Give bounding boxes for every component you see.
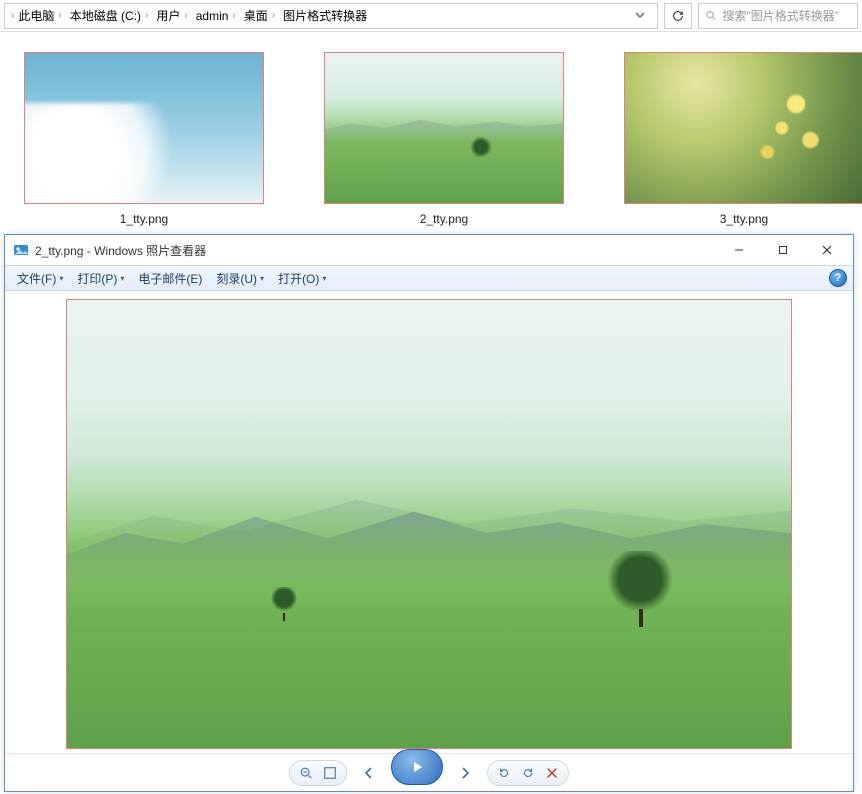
- window-controls: [717, 236, 849, 264]
- menu-label: 电子邮件(E): [138, 270, 202, 287]
- caret-down-icon: ▾: [260, 274, 264, 283]
- caret-down-icon: ▾: [322, 274, 326, 283]
- viewer-canvas: [5, 291, 853, 753]
- search-input[interactable]: [722, 9, 851, 23]
- menu-label: 打开(O): [278, 270, 319, 287]
- search-icon: [705, 9, 716, 22]
- thumbnail-label: 1_tty.png: [120, 212, 168, 226]
- window-titlebar[interactable]: 2_tty.png - Windows 照片查看器: [5, 235, 853, 265]
- displayed-image: [66, 299, 792, 749]
- explorer-search[interactable]: [698, 3, 858, 29]
- play-icon: [409, 759, 425, 775]
- file-thumbnail[interactable]: 2_tty.png: [324, 52, 564, 226]
- photo-viewer-icon: [13, 242, 29, 258]
- delete-icon: [545, 766, 559, 780]
- delete-button[interactable]: [542, 763, 562, 783]
- thumbnail-label: 3_tty.png: [720, 212, 768, 226]
- file-thumbnail[interactable]: 3_tty.png: [624, 52, 862, 226]
- arrow-left-icon: [361, 765, 377, 781]
- fit-icon: [323, 766, 337, 780]
- file-thumbnail[interactable]: 1_tty.png: [24, 52, 264, 226]
- help-icon: ?: [835, 272, 842, 284]
- close-button[interactable]: [805, 236, 849, 264]
- slideshow-button[interactable]: [391, 749, 443, 785]
- thumbnail-label: 2_tty.png: [420, 212, 468, 226]
- chevron-right-icon: ›: [232, 10, 235, 21]
- refresh-icon: [671, 9, 685, 23]
- maximize-icon: [778, 245, 788, 255]
- maximize-button[interactable]: [761, 236, 805, 264]
- zoom-controls: [289, 760, 347, 786]
- menu-burn[interactable]: 刻录(U)▾: [210, 268, 270, 289]
- breadcrumb-item[interactable]: 本地磁盘 (C:) ›: [66, 7, 153, 24]
- breadcrumb-label: 图片格式转换器: [283, 7, 367, 24]
- thumbnail-grid: 1_tty.png 2_tty.png 3_tty.png: [0, 32, 862, 232]
- breadcrumb-label: 用户: [156, 7, 180, 24]
- menu-file[interactable]: 文件(F)▾: [11, 268, 69, 289]
- close-icon: [822, 245, 832, 255]
- breadcrumb-item[interactable]: 用户 ›: [152, 7, 191, 24]
- breadcrumb-item[interactable]: admin›: [192, 9, 240, 23]
- zoom-out-button[interactable]: [296, 763, 316, 783]
- arrow-right-icon: [457, 765, 473, 781]
- zoom-out-icon: [299, 766, 313, 780]
- viewer-toolbar: [5, 753, 853, 791]
- thumbnail-image: [324, 52, 564, 204]
- rotate-left-icon: [497, 766, 511, 780]
- window-title: 2_tty.png - Windows 照片查看器: [35, 242, 206, 259]
- minimize-icon: [734, 245, 744, 255]
- breadcrumb[interactable]: › 此电脑 › 本地磁盘 (C:) › 用户 › admin› 桌面 › 图片格式转换器: [4, 3, 658, 29]
- minimize-button[interactable]: [717, 236, 761, 264]
- breadcrumb-label: admin: [196, 9, 229, 23]
- caret-down-icon: ▾: [59, 274, 63, 283]
- viewer-menubar: 文件(F)▾ 打印(P)▾ 电子邮件(E) 刻录(U)▾ 打开(O)▾ ?: [5, 265, 853, 291]
- breadcrumb-expand-button[interactable]: [629, 9, 651, 23]
- menu-email[interactable]: 电子邮件(E): [132, 268, 208, 289]
- rotate-right-button[interactable]: [518, 763, 538, 783]
- chevron-right-icon: ›: [145, 10, 148, 21]
- breadcrumb-label: 本地磁盘 (C:): [70, 7, 141, 24]
- thumbnail-image: [24, 52, 264, 204]
- menu-print[interactable]: 打印(P)▾: [71, 268, 130, 289]
- breadcrumb-label: 此电脑: [18, 7, 54, 24]
- menu-label: 文件(F): [17, 270, 56, 287]
- next-button[interactable]: [455, 763, 475, 783]
- thumbnail-image: [624, 52, 862, 204]
- rotate-controls: [487, 760, 569, 786]
- previous-button[interactable]: [359, 763, 379, 783]
- menu-label: 刻录(U): [216, 270, 257, 287]
- help-button[interactable]: ?: [829, 269, 847, 287]
- breadcrumb-item[interactable]: 此电脑 ›: [14, 7, 65, 24]
- menu-label: 打印(P): [77, 270, 117, 287]
- explorer-address-bar: › 此电脑 › 本地磁盘 (C:) › 用户 › admin› 桌面 › 图片格式转换器: [0, 0, 862, 32]
- breadcrumb-label: 桌面: [244, 7, 268, 24]
- chevron-right-icon: ›: [272, 10, 275, 21]
- refresh-button[interactable]: [664, 3, 692, 29]
- chevron-down-icon: [635, 10, 645, 20]
- breadcrumb-item[interactable]: 图片格式转换器: [279, 7, 371, 24]
- photo-viewer-window: 2_tty.png - Windows 照片查看器 文件(F)▾ 打印(P)▾ …: [4, 234, 854, 792]
- image-content: [605, 551, 675, 621]
- rotate-right-icon: [521, 766, 535, 780]
- chevron-right-icon: ›: [58, 10, 61, 21]
- chevron-right-icon: ›: [184, 10, 187, 21]
- image-content: [270, 587, 298, 615]
- rotate-left-button[interactable]: [494, 763, 514, 783]
- caret-down-icon: ▾: [120, 274, 124, 283]
- menu-open[interactable]: 打开(O)▾: [272, 268, 332, 289]
- breadcrumb-item[interactable]: 桌面 ›: [240, 7, 279, 24]
- fit-window-button[interactable]: [320, 763, 340, 783]
